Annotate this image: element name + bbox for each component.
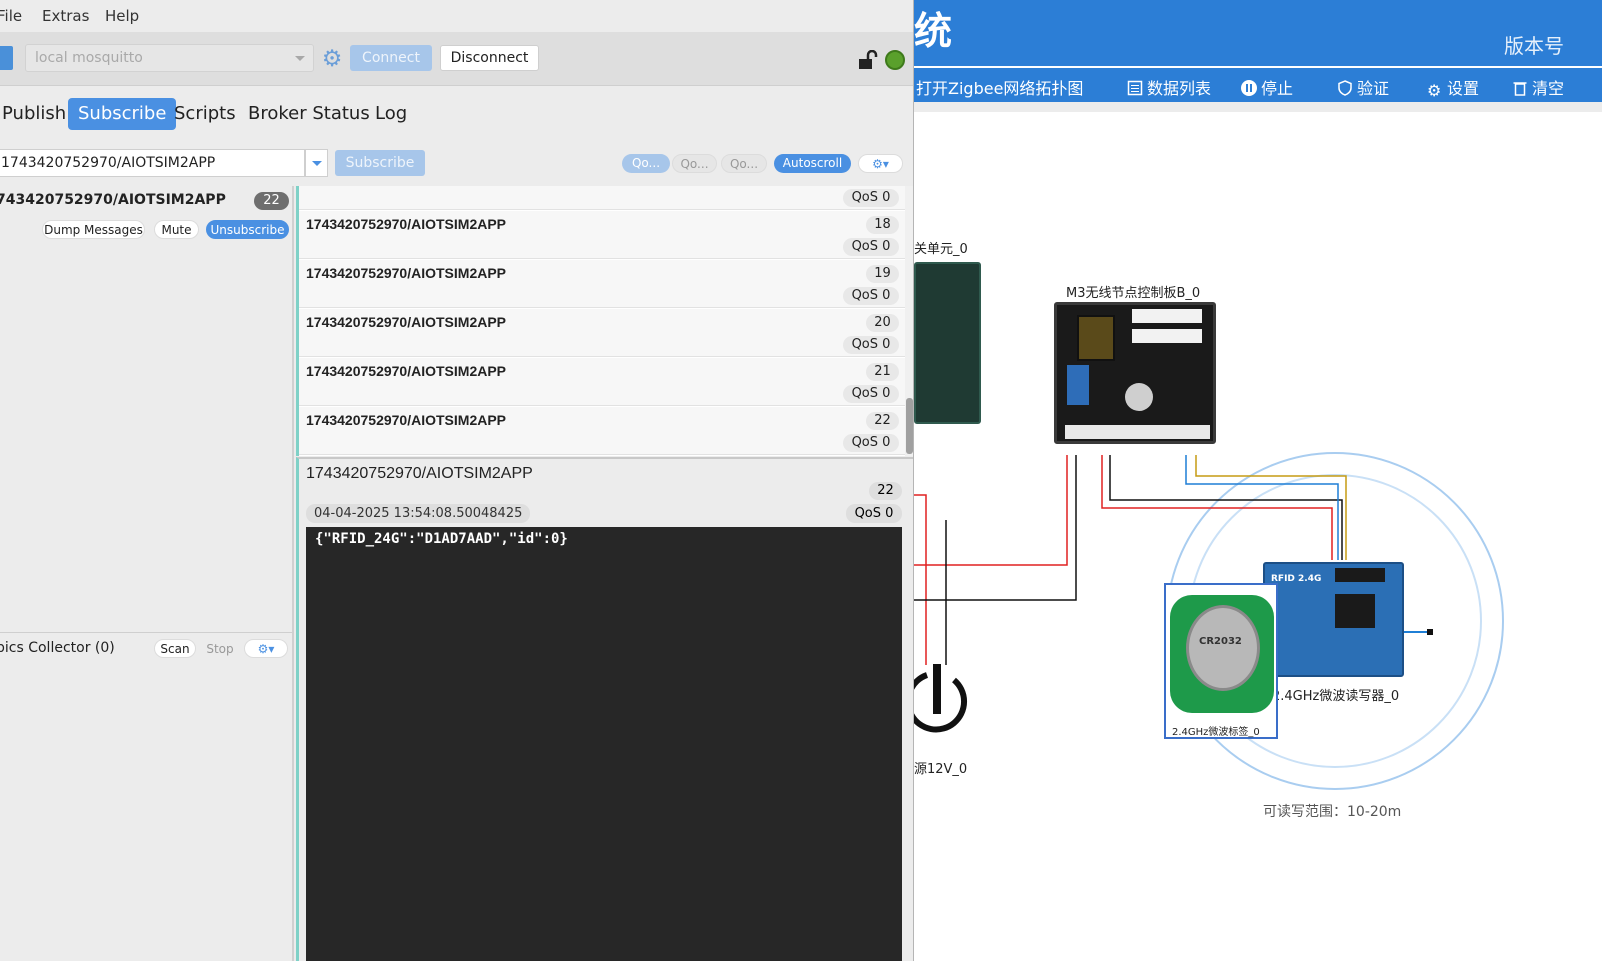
message-topic: 1743420752970/AIOTSIM2APP — [306, 363, 507, 379]
chevron-down-icon — [295, 56, 305, 61]
gateway-label: 关单元_0 — [914, 242, 968, 257]
topic-input[interactable]: 1743420752970/AIOTSIM2APP — [0, 149, 305, 177]
message-number: 22 — [866, 412, 899, 430]
list-item[interactable]: 1743420752970/AIOTSIM2APP 20 QoS 0 — [299, 309, 906, 357]
scrollbar-thumb[interactable] — [906, 398, 913, 454]
scan-button[interactable]: Scan — [154, 639, 196, 658]
dump-messages-button[interactable]: Dump Messages — [42, 220, 145, 239]
radio-module — [1067, 365, 1089, 405]
reader-chip — [1335, 594, 1375, 628]
tab-bar: Publish Subscribe Scripts Broker Status … — [0, 96, 913, 130]
qos-badge: QoS 0 — [843, 434, 899, 452]
detail-timestamp: 04-04-2025 13:54:08.50048425 — [306, 504, 531, 523]
list-item[interactable]: 1743420752970/AIOTSIM2APP 19 QoS 0 — [299, 260, 906, 308]
mqtt-explorer-window: File Extras Help local mosquitto ⚙ Conne… — [0, 0, 914, 961]
broker-select[interactable]: local mosquitto — [25, 44, 314, 72]
message-list-scrollbar[interactable] — [905, 186, 913, 456]
message-detail: 1743420752970/AIOTSIM2APP 22 04-04-2025 … — [296, 457, 913, 961]
payload-view[interactable]: {"RFID_24G":"D1AD7AAD","id":0} — [306, 527, 902, 961]
rfid-reader-board[interactable]: RFID 2.4G — [1263, 562, 1404, 677]
reader-board-print: RFID 2.4G — [1271, 574, 1322, 584]
message-list: QoS 0 1743420752970/AIOTSIM2APP 18 QoS 0… — [296, 186, 906, 456]
stop-button[interactable]: Stop — [201, 639, 239, 658]
menu-bar: File Extras Help — [0, 0, 913, 32]
topics-collector-title: pics Collector (0) — [0, 640, 115, 656]
reader-header — [1335, 568, 1385, 582]
detail-topic: 1743420752970/AIOTSIM2APP — [306, 465, 533, 482]
menu-extras[interactable]: Extras — [42, 7, 89, 25]
connector-strip — [1132, 329, 1202, 343]
message-number: 18 — [866, 216, 899, 234]
tab-publish[interactable]: Publish — [0, 98, 76, 130]
message-number: 20 — [866, 314, 899, 332]
menu-help[interactable]: Help — [105, 7, 139, 25]
range-label: 可读写范围：10-20m — [1263, 804, 1402, 820]
detail-number: 22 — [869, 482, 902, 500]
gateway-board[interactable] — [914, 262, 981, 424]
terminal-strip — [1065, 425, 1210, 439]
power-label: 源12V_0 — [914, 762, 968, 777]
qos-badge: QoS 0 — [843, 287, 899, 305]
connector-strip — [1132, 309, 1202, 323]
mute-button[interactable]: Mute — [154, 220, 199, 239]
file-icon[interactable] — [0, 46, 13, 70]
qos-0-filter[interactable]: Qo... — [622, 154, 670, 173]
broker-select-value: local mosquitto — [35, 50, 143, 66]
connection-status-dot — [885, 50, 905, 70]
tab-broker-status[interactable]: Broker Status — [238, 98, 380, 130]
battery-icon: CR2032 — [1186, 605, 1260, 691]
tab-subscribe[interactable]: Subscribe — [68, 98, 177, 130]
message-topic: 1743420752970/AIOTSIM2APP — [306, 265, 507, 281]
menu-file[interactable]: File — [0, 7, 22, 25]
message-number: 21 — [866, 363, 899, 381]
gear-dropdown-icon[interactable]: ⚙▾ — [858, 154, 903, 173]
gear-icon[interactable]: ⚙ — [320, 47, 344, 71]
simulation-window: 统 版本号 打开Zigbee网络拓扑图 数据列表 停止 验证 ⚙ 设置 清空 关… — [914, 0, 1602, 961]
qos-2-filter[interactable]: Qo... — [721, 154, 767, 173]
coin-cell — [1125, 383, 1153, 411]
connect-button[interactable]: Connect — [350, 45, 432, 71]
controller-label: M3无线节点控制板B_0 — [1066, 286, 1201, 301]
tab-scripts[interactable]: Scripts — [164, 98, 246, 130]
detail-qos-badge: QoS 0 — [846, 504, 902, 523]
list-item[interactable]: 1743420752970/AIOTSIM2APP 22 QoS 0 — [299, 407, 906, 455]
tag-pcb: CR2032 — [1170, 595, 1274, 713]
unsubscribe-button[interactable]: Unsubscribe — [206, 220, 289, 239]
message-number: 19 — [866, 265, 899, 283]
tag-label: 2.4GHz微波标签_0 — [1172, 727, 1260, 738]
message-topic: 1743420752970/AIOTSIM2APP — [306, 216, 507, 232]
message-topic: 1743420752970/AIOTSIM2APP — [306, 412, 507, 428]
gear-dropdown-icon[interactable]: ⚙▾ — [244, 639, 288, 658]
tab-log[interactable]: Log — [365, 98, 417, 130]
topic-dropdown-button[interactable] — [305, 149, 328, 177]
lcd-module — [1077, 315, 1115, 361]
subscribe-button[interactable]: Subscribe — [335, 150, 425, 176]
pane-divider[interactable] — [0, 632, 294, 633]
qos-badge: QoS 0 — [843, 238, 899, 256]
qos-badge: QoS 0 — [843, 385, 899, 403]
message-topic: 1743420752970/AIOTSIM2APP — [306, 314, 507, 330]
battery-print: CR2032 — [1199, 636, 1242, 647]
unlock-icon — [859, 50, 878, 69]
rfid-tag-frame[interactable]: CR2032 2.4GHz微波标签_0 — [1164, 583, 1278, 739]
list-item[interactable]: 1743420752970/AIOTSIM2APP 18 QoS 0 — [299, 211, 906, 259]
reader-label: 2.4GHz微波读写器_0 — [1272, 689, 1400, 704]
disconnect-button[interactable]: Disconnect — [440, 45, 539, 71]
wiring-diagram — [914, 452, 1504, 790]
desktop: File Extras Help local mosquitto ⚙ Conne… — [0, 0, 1602, 961]
qos-1-filter[interactable]: Qo... — [672, 154, 717, 173]
subscribe-bar: 1743420752970/AIOTSIM2APP Subscribe Qo..… — [0, 149, 913, 177]
connection-toolbar: local mosquitto ⚙ Connect Disconnect — [0, 32, 913, 86]
qos-badge: QoS 0 — [843, 336, 899, 354]
list-item[interactable]: 1743420752970/AIOTSIM2APP 21 QoS 0 — [299, 358, 906, 406]
autoscroll-toggle[interactable]: Autoscroll — [774, 154, 851, 173]
list-item[interactable]: QoS 0 — [299, 186, 906, 210]
subscription-count-badge: 22 — [254, 192, 289, 210]
controller-board[interactable] — [1054, 302, 1216, 444]
subscriptions-pane: 743420752970/AIOTSIM2APP 22 Dump Message… — [0, 186, 294, 961]
subscription-topic[interactable]: 743420752970/AIOTSIM2APP — [0, 192, 226, 208]
qos-badge: QoS 0 — [843, 189, 899, 207]
